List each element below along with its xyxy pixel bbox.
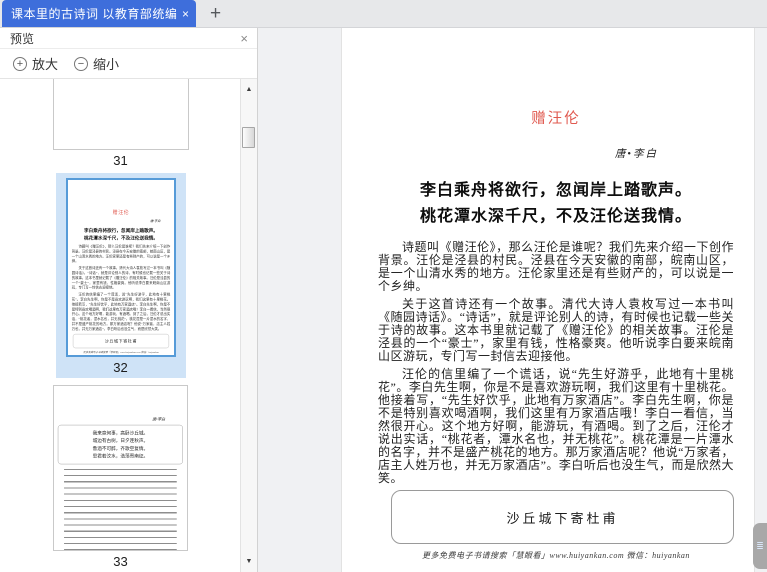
poem-title: 赠汪伦 [531,111,581,127]
thumb-mini-paragraph: 诗题叫《赠汪伦》，那么汪伦是谁呢？我们先来介绍一下创作背景。汪伦是泾县的村民。泾… [71,244,170,264]
thumbnail-cell-32-selected: 赠汪伦 唐•李白 李白乘舟将欲行，忽闻岸上踏歌声。 桃花潭水深千尺，不及汪伦送我… [55,173,186,378]
thumbnail-label-32: 32 [113,360,128,375]
thumbnail-page-33[interactable]: 唐•李白 我来竟何事，高卧沙丘城。 城边有古树，日夕连秋声。 鲁酒不可醉，齐歌空… [53,385,188,551]
sidebar-header: 预览 × [0,28,257,49]
thumb-mini-author: 唐•李白 [149,219,160,224]
thumb33-text-placeholder [64,468,177,550]
thumb33-poem-box: 我来竟何事，高卧沙丘城。 城边有古树，日夕连秋声。 鲁酒不可醉，齐歌空复情。 思… [57,424,183,465]
scrollbar-thumb[interactable] [242,127,255,148]
browser-window: 课本里的古诗词 以教育部统编小 × + 预览 × + 放大 − 缩小 31 赠汪… [0,0,767,572]
thumbnail-page-32[interactable]: 赠汪伦 唐•李白 李白乘舟将欲行，忽闻岸上踏歌声。 桃花潭水深千尺，不及汪伦送我… [65,178,176,357]
preview-sidebar: 预览 × + 放大 − 缩小 31 赠汪伦 唐•李白 李白乘舟将欲行，忽闻岸上踏… [0,28,258,572]
browser-tab-active[interactable]: 课本里的古诗词 以教育部统编小 × [2,0,196,27]
next-poem-box: 沙丘城下寄杜甫 [391,490,734,544]
thumb-mini-paragraph: 汪伦的信里编了一个谎话，说“先生好游乎，此地有十里桃花”。李白先生啊，你是不是喜… [71,292,170,331]
sidebar-close-icon[interactable]: × [240,31,248,46]
body-paragraph: 汪伦的信里编了一个谎话，说“先生好游乎，此地有十里桃花”。李白先生啊，你是不是喜… [378,367,734,485]
thumb-mini-poem-line: 李白乘舟将欲行，忽闻岸上踏歌声。 [83,228,158,234]
body-paragraph: 关于这首诗还有一个故事。清代大诗人袁枚写过一本书叫《随园诗话》。“诗话”，就是评… [378,297,734,363]
thumbnail-page-31[interactable] [52,79,189,150]
scroll-up-icon[interactable]: ▲ [241,82,257,97]
new-tab-button[interactable]: + [210,4,221,23]
zoom-in-button[interactable]: + 放大 [13,54,58,73]
zoom-in-icon: + [13,56,27,71]
thumbnail-list: 31 赠汪伦 唐•李白 李白乘舟将欲行，忽闻岸上踏歌声。 桃花潭水深千尺，不及汪… [0,79,257,572]
document-page-32: 赠汪伦 唐•李白 李白乘舟将欲行，忽闻岸上踏歌声。 桃花潭水深千尺，不及汪伦送我… [341,28,755,572]
sidebar-title: 预览 [10,31,35,46]
zoom-out-icon: − [74,56,89,71]
zoom-out-button[interactable]: − 缩小 [74,54,119,73]
scroll-down-icon[interactable]: ▼ [241,554,257,569]
tab-bar: 课本里的古诗词 以教育部统编小 × + [0,0,767,28]
thumb-mini-box-title: 沙丘城下寄杜甫 [104,338,137,344]
document-viewer: 赠汪伦 唐•李白 李白乘舟将欲行，忽闻岸上踏歌声。 桃花潭水深千尺，不及汪伦送我… [258,28,767,572]
poem-line: 桃花潭水深千尺，不及汪伦送我情。 [419,208,692,225]
thumb-mini-title: 赠汪伦 [112,209,129,216]
tab-close-icon[interactable]: × [182,7,189,21]
body-paragraph: 诗题叫《赠汪伦》，那么汪伦是谁呢？我们先来介绍一下创作背景。汪伦是泾县的村民。泾… [378,240,734,293]
poem-line: 李白乘舟将欲行，忽闻岸上踏歌声。 [419,182,692,199]
next-poem-title: 沙丘城下寄杜甫 [506,511,619,526]
thumb-mini-poem-line: 桃花潭水深千尺，不及汪伦送我情。 [83,235,158,241]
tab-title: 课本里的古诗词 以教育部统编小 [11,7,177,21]
thumb33-author: 唐•李白 [152,417,166,422]
sidebar-scrollbar[interactable]: ▲ ▼ [240,79,257,572]
thumbnail-label-33: 33 [113,554,128,569]
thumb-mini-box: 沙丘城下寄杜甫 [72,333,169,349]
side-flap-tab[interactable]: ≣ [753,523,767,569]
thumbnail-label-31: 31 [113,153,128,168]
thumb-mini-paragraph: 关于这首诗还有一个故事。清代大诗人袁枚写过一本书叫《随园诗话》。“诗话”，就是评… [71,266,170,290]
app-content: 预览 × + 放大 − 缩小 31 赠汪伦 唐•李白 李白乘舟将欲行，忽闻岸上踏… [0,28,767,572]
thumb-mini-footer: 更多免费电子书请搜索「慧眼看」www.huiyankan.com 微信：huiy… [82,350,159,354]
zoom-out-label: 缩小 [93,57,120,72]
zoom-in-label: 放大 [32,57,59,72]
page-footer-note: 更多免费电子书请搜索「慧眼看」www.huiyankan.com 微信：huiy… [422,551,690,560]
zoom-toolbar: + 放大 − 缩小 [0,49,257,79]
poem-author: 唐•李白 [614,149,658,160]
flap-menu-icon: ≣ [756,540,764,551]
